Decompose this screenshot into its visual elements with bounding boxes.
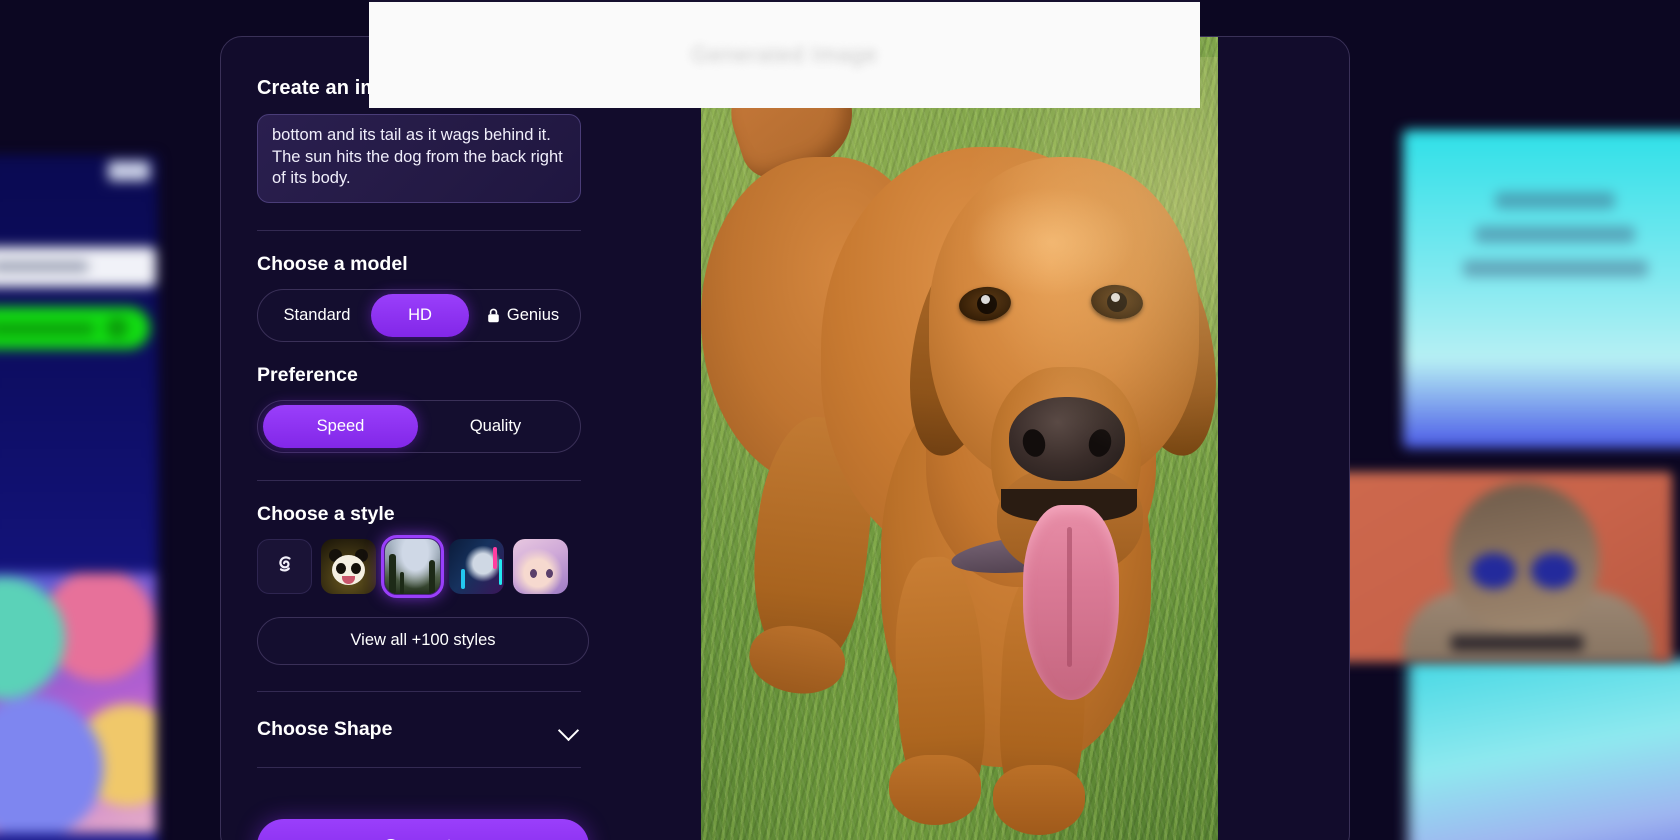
background-search-text	[0, 261, 88, 272]
chevron-down-icon[interactable]	[559, 723, 581, 736]
background-green-button-text	[0, 323, 94, 335]
preference-option-speed[interactable]: Speed	[263, 404, 418, 448]
style-thumbnail-row	[257, 534, 581, 598]
anime-eye	[530, 568, 537, 578]
image-preview[interactable]	[701, 37, 1218, 840]
style-thumb-forest[interactable]	[381, 534, 444, 598]
anime-eye	[546, 568, 553, 578]
background-chip	[108, 161, 150, 181]
style-section-label: Choose a style	[257, 502, 395, 525]
forest-tree	[389, 553, 396, 594]
divider	[257, 479, 581, 481]
style-thumb-anime[interactable]	[513, 538, 568, 594]
model-option-genius-label: Genius	[506, 305, 560, 324]
generator-controls-panel: Create an image bottom and its tail as i…	[221, 37, 701, 840]
background-caption-bar	[1451, 635, 1583, 651]
preference-option-quality[interactable]: Quality	[418, 405, 573, 448]
background-text-line	[1475, 226, 1635, 243]
style-thumb-panda[interactable]	[321, 538, 376, 594]
preference-option-speed-label: Speed	[316, 416, 365, 435]
generate-button[interactable]: Generate	[257, 819, 589, 840]
preference-option-quality-label: Quality	[469, 416, 522, 435]
model-option-hd[interactable]: HD	[371, 293, 469, 337]
choose-shape-accordion[interactable]: Choose Shape	[257, 718, 581, 741]
dog-forehead-highlight	[966, 187, 1136, 297]
overlay-banner-text: Generated Image	[691, 42, 878, 67]
dog-front-paw-right	[993, 765, 1085, 835]
view-all-styles-label: View all +100 styles	[350, 631, 496, 649]
model-segmented-control[interactable]: Standard HD Genius	[257, 288, 581, 342]
model-option-hd-label: HD	[408, 305, 432, 324]
background-thumbnail-photo	[0, 573, 156, 833]
neon-accent	[461, 568, 465, 589]
background-green-button-icon	[106, 317, 128, 339]
image-generator-card: Create an image bottom and its tail as i…	[220, 36, 1350, 840]
forest-tree	[429, 559, 435, 594]
panda-eye	[351, 562, 361, 574]
neon-accent	[499, 558, 502, 585]
divider	[257, 229, 581, 231]
dog-front-paw-left	[889, 755, 981, 825]
neon-accent	[493, 546, 497, 569]
divider	[257, 690, 581, 692]
background-card-cyan-bottom	[1408, 660, 1680, 840]
background-card-left	[0, 155, 158, 840]
preference-segmented-control[interactable]: Speed Quality	[257, 399, 581, 453]
background-card-cyan-top	[1403, 130, 1680, 448]
style-thumb-cyberpunk[interactable]	[449, 538, 504, 594]
background-figure-sunglasses	[1531, 553, 1576, 589]
generate-button-label: Generate	[384, 836, 462, 840]
background-figure-head	[1449, 483, 1599, 633]
model-option-standard-label: Standard	[283, 305, 351, 324]
background-text-line	[1495, 192, 1615, 209]
prompt-text: bottom and its tail as it wags behind it…	[272, 126, 568, 187]
preference-section-label: Preference	[257, 363, 358, 386]
screen: Create an image bottom and its tail as i…	[0, 0, 1680, 840]
dog-tongue-crease	[1067, 527, 1072, 667]
background-green-button	[0, 307, 150, 349]
background-text-line	[1463, 260, 1648, 277]
style-thumb-no-style[interactable]	[257, 538, 312, 594]
forest-tree	[400, 571, 404, 594]
view-all-styles-button[interactable]: View all +100 styles	[257, 616, 589, 665]
background-search-bar	[0, 247, 156, 287]
swirl-icon	[272, 551, 298, 582]
lock-icon	[487, 308, 500, 323]
prompt-input[interactable]: bottom and its tail as it wags behind it…	[257, 114, 581, 203]
overlay-banner: Generated Image	[369, 0, 1200, 108]
panda-eye	[336, 562, 346, 574]
background-figure-sunglasses	[1471, 553, 1516, 589]
shape-section-label: Choose Shape	[257, 717, 393, 740]
model-section-label: Choose a model	[257, 252, 408, 275]
dog-eye-glint-right	[1111, 293, 1120, 302]
model-option-genius[interactable]: Genius	[469, 294, 577, 337]
dog-eye-glint-left	[981, 295, 990, 304]
divider	[257, 766, 581, 768]
model-option-standard[interactable]: Standard	[263, 294, 371, 337]
